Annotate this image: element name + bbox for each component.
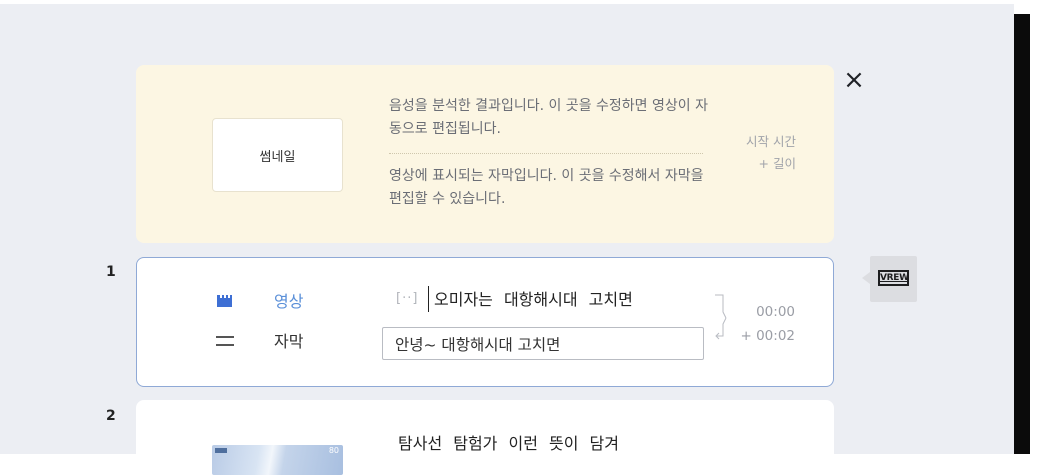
subtitle-description: 영상에 표시되는 자막입니다. 이 곳을 수정해서 자막을 편집할 수 있습니다… — [389, 168, 704, 207]
clip-row[interactable]: 영상 자막 [··] 오미자는 대항해시대 고치면 00:00 + 00:02 — [136, 257, 834, 387]
subtitle-lines-icon — [216, 332, 234, 351]
clip-duration: + 00:02 — [740, 328, 795, 344]
vrew-logo-icon: VREW — [878, 270, 909, 286]
subtitle-input[interactable] — [382, 327, 704, 360]
clip-start-time: 00:00 — [756, 304, 795, 320]
link-bracket-icon — [713, 294, 733, 340]
guide-divider — [389, 153, 703, 154]
clip-row[interactable]: 80 탐사선 탐험가 이런 뜻이 담겨 — [136, 400, 834, 475]
video-label: 영상 — [274, 292, 304, 311]
transcript-words[interactable]: 오미자는 대항해시대 고치면 — [434, 286, 633, 310]
vrew-badge-pointer — [862, 272, 870, 284]
transcript-words[interactable]: 탐사선 탐험가 이런 뜻이 담겨 — [398, 430, 619, 454]
text-caret — [428, 286, 429, 312]
silence-marker[interactable]: [··] — [396, 291, 418, 306]
window-shadow-edge — [1014, 14, 1030, 454]
start-time-label: 시작 시간 — [746, 134, 796, 149]
vrew-badge[interactable]: VREW — [870, 256, 917, 302]
length-label: + 길이 — [758, 156, 796, 171]
audio-description: 음성을 분석한 결과입니다. 이 곳을 수정하면 영상이 자동으로 편집됩니다. — [389, 98, 708, 137]
clip-thumbnail[interactable]: 80 — [212, 445, 343, 475]
clip-number: 2 — [106, 408, 116, 424]
thumbnail-label: 썸네일 — [259, 149, 296, 165]
close-icon[interactable]: × — [838, 64, 870, 96]
guide-time-legend: 시작 시간 + 길이 — [746, 131, 796, 175]
thumbnail-placeholder: 썸네일 — [212, 118, 343, 192]
editor-panel: × 썸네일 음성을 분석한 결과입니다. 이 곳을 수정하면 영상이 자동으로 … — [0, 4, 1014, 475]
guide-card: 썸네일 음성을 분석한 결과입니다. 이 곳을 수정하면 영상이 자동으로 편집… — [136, 65, 834, 243]
subtitle-label: 자막 — [274, 332, 304, 351]
clip-number: 1 — [106, 264, 116, 280]
clapperboard-icon — [217, 292, 232, 311]
thumbnail-tag — [215, 448, 227, 453]
